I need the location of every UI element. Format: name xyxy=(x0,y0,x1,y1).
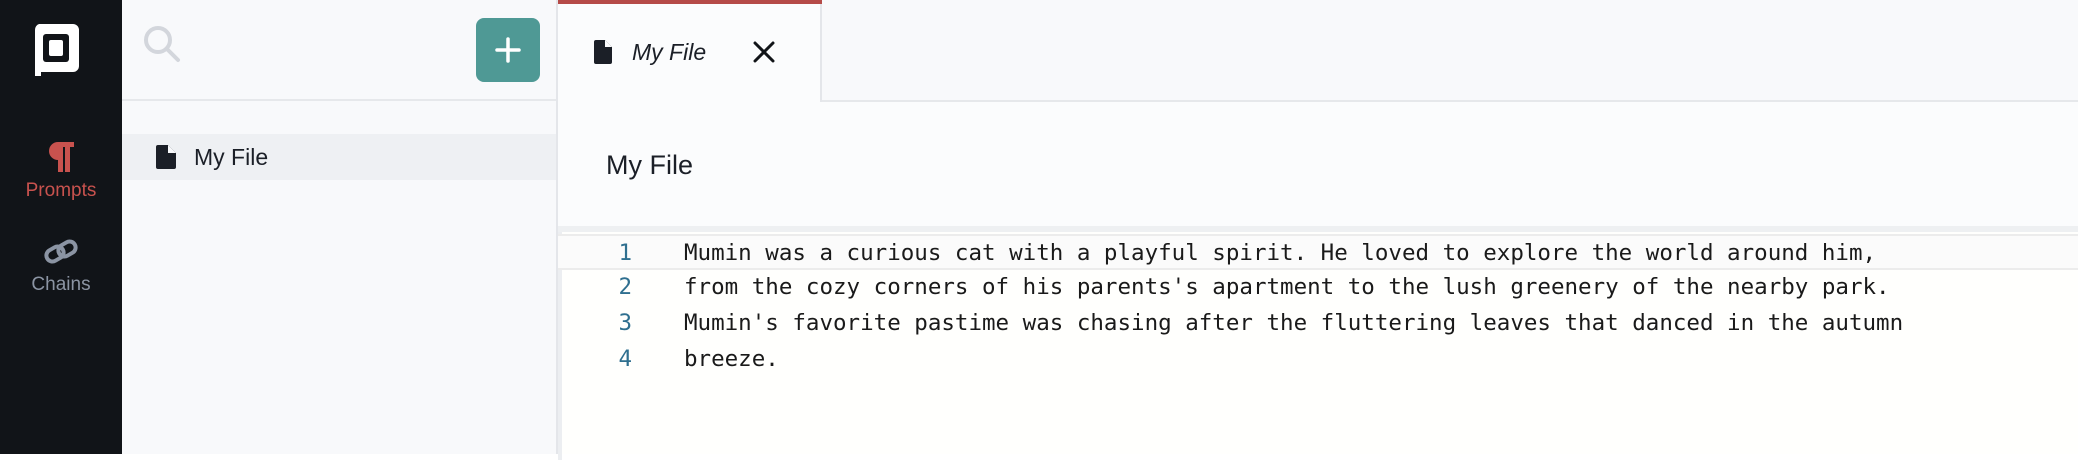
line-text[interactable]: Mumin's favorite pastime was chasing aft… xyxy=(684,310,1903,336)
file-sidebar: My File xyxy=(122,0,558,454)
file-icon xyxy=(156,145,176,169)
text-editor[interactable]: 1 Mumin was a curious cat with a playful… xyxy=(558,226,2078,460)
pilcrow-icon xyxy=(49,142,74,172)
main-panel: My File My File 1 Mumin was a curious ca… xyxy=(558,0,2078,460)
line-text[interactable]: breeze. xyxy=(684,346,779,372)
add-file-button[interactable] xyxy=(476,18,540,82)
file-list-item[interactable]: My File xyxy=(122,134,556,180)
app-logo[interactable] xyxy=(31,22,81,76)
active-tab-indicator xyxy=(558,0,822,4)
document-title: My File xyxy=(606,150,693,180)
link-icon xyxy=(44,239,78,264)
close-icon[interactable] xyxy=(750,38,778,66)
nav-item-prompts[interactable]: Prompts xyxy=(0,140,122,202)
plus-icon xyxy=(495,37,521,63)
nav-item-label: Chains xyxy=(31,274,91,295)
tab-label: My File xyxy=(632,39,707,65)
line-number: 1 xyxy=(618,240,632,266)
file-list-item-label: My File xyxy=(194,143,269,170)
nav-item-label: Prompts xyxy=(25,180,97,201)
line-number: 4 xyxy=(618,346,632,372)
tab-my-file[interactable]: My File xyxy=(558,0,822,102)
nav-item-chains[interactable]: Chains xyxy=(0,236,122,296)
tab-bar: My File xyxy=(558,0,2078,102)
line-number: 2 xyxy=(618,274,632,300)
line-number: 3 xyxy=(618,310,632,336)
nav-rail: Prompts Chains xyxy=(0,0,122,454)
file-icon xyxy=(594,40,612,64)
editor-line[interactable]: 4 breeze. xyxy=(558,342,2078,378)
editor-line[interactable]: 2 from the cozy corners of his parents's… xyxy=(558,270,2078,306)
search-icon[interactable] xyxy=(142,24,182,64)
editor-line[interactable]: 1 Mumin was a curious cat with a playful… xyxy=(558,234,2078,270)
editor-line[interactable]: 3 Mumin's favorite pastime was chasing a… xyxy=(558,306,2078,342)
line-text[interactable]: Mumin was a curious cat with a playful s… xyxy=(684,240,1876,266)
line-text[interactable]: from the cozy corners of his parents's a… xyxy=(684,274,1890,300)
sidebar-divider xyxy=(122,99,556,101)
